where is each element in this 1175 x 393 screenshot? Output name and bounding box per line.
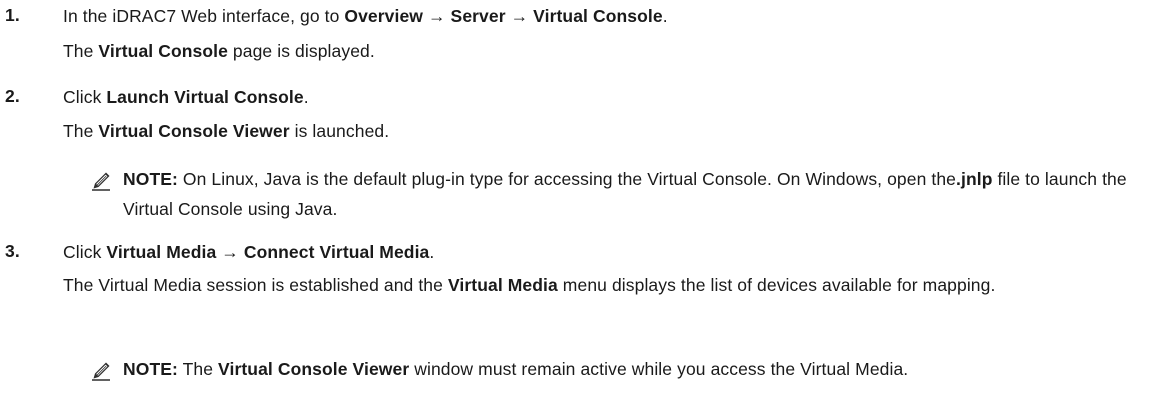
- ui-term: Virtual Console: [98, 41, 228, 61]
- result-text: The Virtual Media session is established…: [63, 275, 448, 295]
- ui-path-server: Server: [450, 6, 506, 26]
- instruction-text: Click: [63, 87, 107, 107]
- result-text: menu displays the list of devices availa…: [557, 275, 996, 295]
- ui-path-overview: Overview: [344, 6, 424, 26]
- instruction-text: .: [662, 6, 668, 26]
- note-text: NOTE: The Virtual Console Viewer window …: [123, 354, 1173, 384]
- note-body: The: [177, 359, 219, 379]
- instruction-text: Click: [63, 242, 107, 262]
- instruction-text: .: [429, 242, 435, 262]
- note-label: NOTE:: [123, 169, 178, 189]
- result-text: The: [63, 121, 99, 141]
- arrow-separator: →: [216, 242, 244, 262]
- ui-path-connect-virtual-media: Connect Virtual Media: [243, 242, 430, 262]
- ui-path-virtual-media: Virtual Media: [106, 242, 217, 262]
- step-instruction: In the iDRAC7 Web interface, go to Overv…: [63, 5, 668, 27]
- step-instruction: Click Virtual Media → Connect Virtual Me…: [63, 241, 434, 263]
- arrow-separator: →: [423, 6, 451, 26]
- step-number: 3.: [5, 241, 20, 261]
- note-text: NOTE: On Linux, Java is the default plug…: [123, 164, 1173, 224]
- result-text: page is displayed.: [227, 41, 375, 61]
- ui-path-virtual-console: Virtual Console: [533, 6, 663, 26]
- arrow-separator: →: [505, 6, 534, 26]
- note-body: window must remain active while you acce…: [409, 359, 909, 379]
- instruction-text: In the iDRAC7 Web interface, go to: [63, 6, 345, 26]
- ui-term: Virtual Media: [447, 275, 558, 295]
- step-number: 2.: [5, 86, 20, 106]
- step-result: The Virtual Media session is established…: [63, 270, 1153, 300]
- step-result: The Virtual Console page is displayed.: [63, 40, 375, 62]
- result-text: The: [63, 41, 99, 61]
- ui-term: Virtual Console Viewer: [98, 121, 290, 141]
- instruction-text: .: [303, 87, 309, 107]
- step-number: 1.: [5, 5, 20, 25]
- note-body: On Linux, Java is the default plug-in ty…: [177, 169, 957, 189]
- result-text: is launched.: [289, 121, 390, 141]
- ui-term: Virtual Console Viewer: [218, 359, 410, 379]
- step-instruction: Click Launch Virtual Console.: [63, 86, 309, 108]
- ui-term: Launch Virtual Console: [106, 87, 304, 107]
- pencil-note-icon: [90, 169, 112, 191]
- note-label: NOTE:: [123, 359, 178, 379]
- pencil-note-icon: [90, 359, 112, 381]
- step-result: The Virtual Console Viewer is launched.: [63, 120, 389, 142]
- file-extension: .jnlp: [956, 169, 993, 189]
